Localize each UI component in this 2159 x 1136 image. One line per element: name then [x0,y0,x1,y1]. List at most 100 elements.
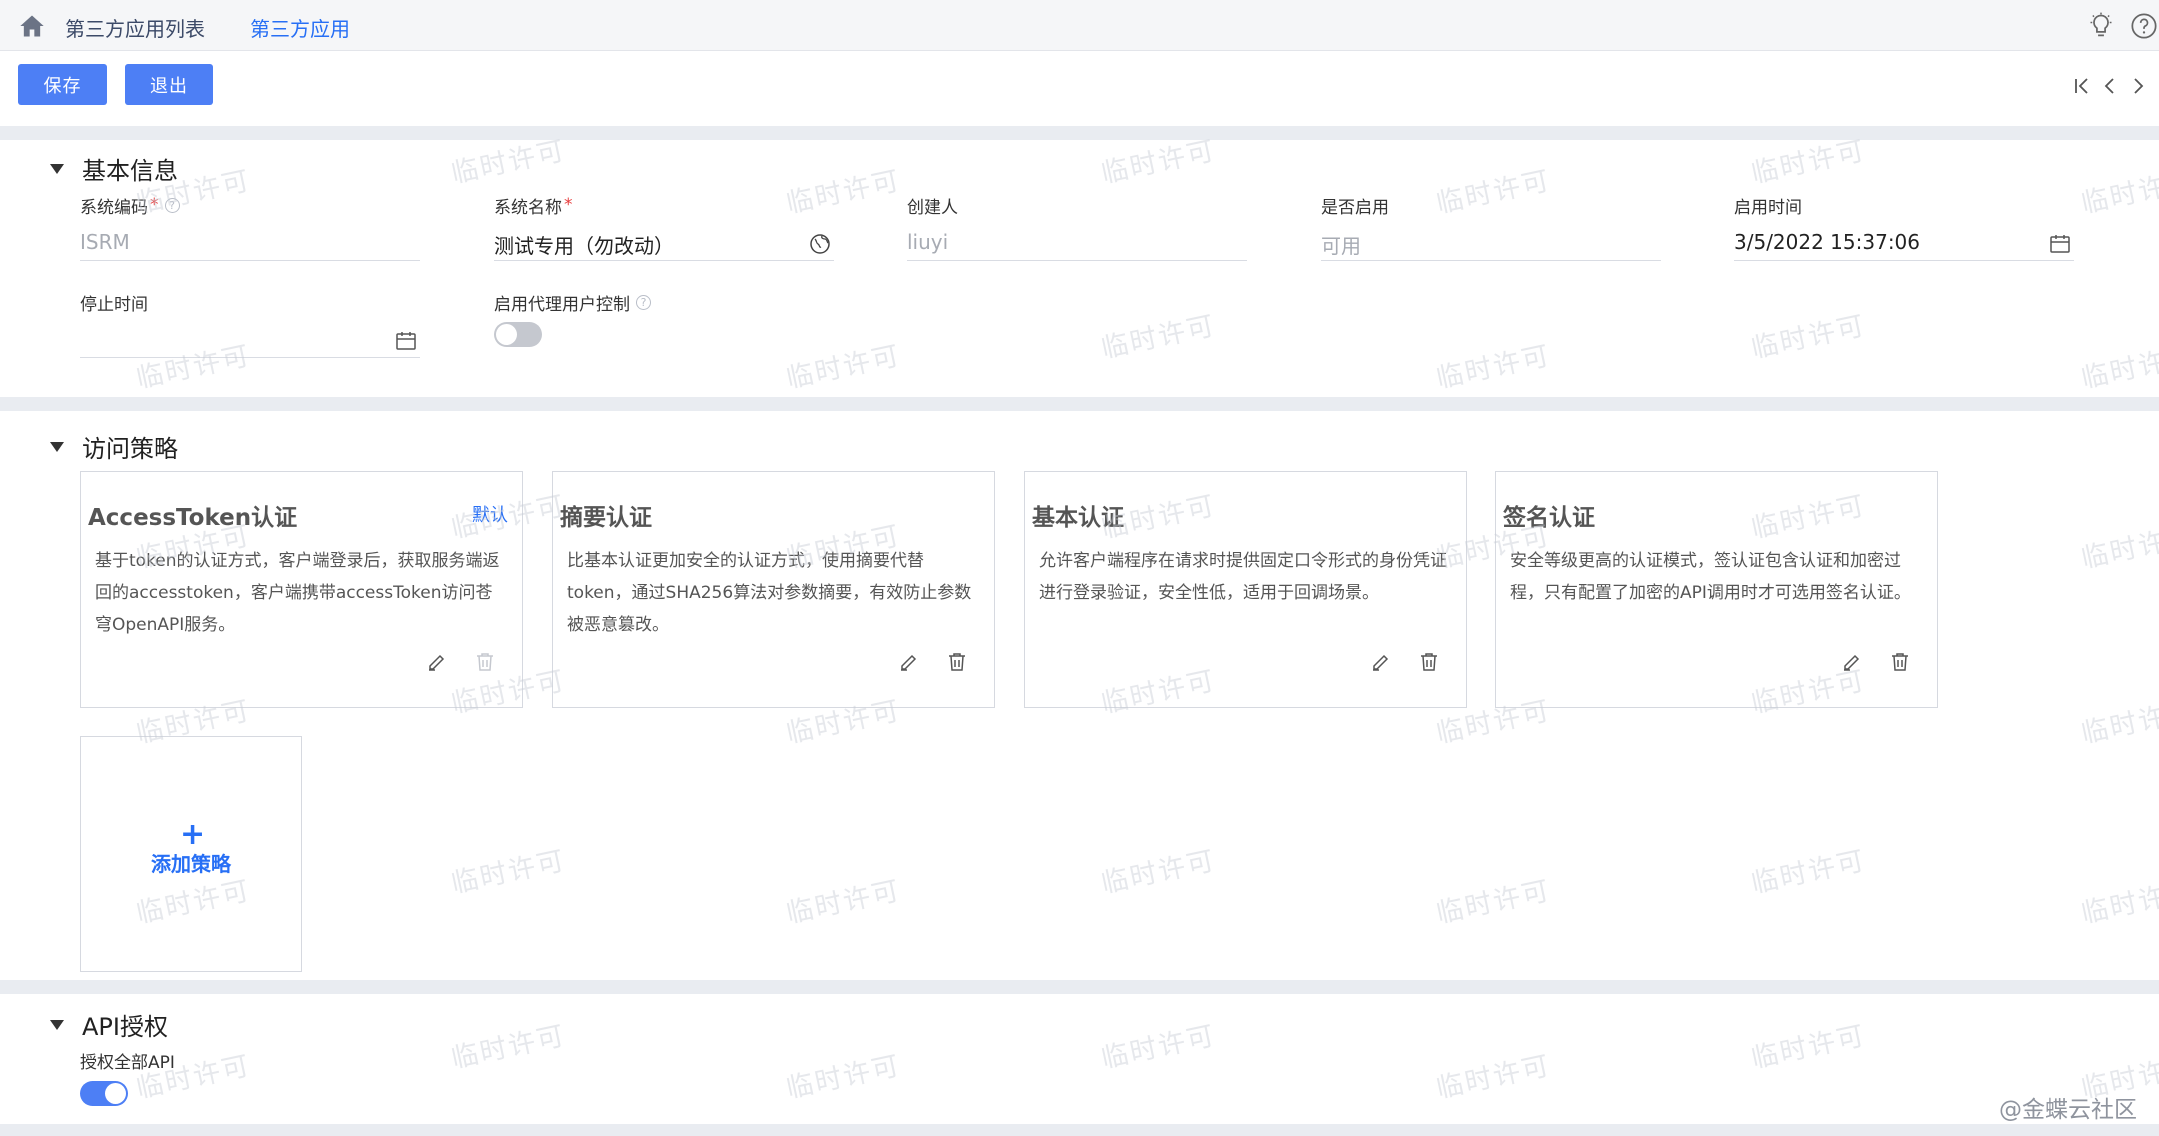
system-code-input[interactable]: ISRM [80,228,420,261]
creator-field: 创建人 liuyi [907,194,1247,261]
section-divider [0,980,2159,994]
section-title: 访问策略 [82,435,178,463]
policy-card-digest[interactable]: 摘要认证 比基本认证更加安全的认证方式，使用摘要代替token，通过SHA256… [552,471,995,708]
next-page-icon[interactable] [2126,74,2150,98]
policy-card-description: 安全等级更高的认证模式，签认证包含认证和加密过程，只有配置了加密的API调用时才… [1510,551,1911,603]
first-page-icon[interactable] [2070,74,2094,98]
basic-info-header[interactable]: 基本信息 [50,151,178,186]
watermark: 临时许可 [783,340,904,395]
lightbulb-icon[interactable] [2087,12,2115,40]
watermark: 临时许可 [1748,1020,1869,1075]
start-time-field: 启用时间 3/5/2022 15:37:06 [1734,194,2074,261]
watermark: 临时许可 [1098,1020,1219,1075]
field-value: liuyi [907,230,949,254]
field-label: 是否启用 [1321,197,1389,218]
system-name-input[interactable]: 测试专用（勿改动） [494,228,834,261]
policy-card-title: 签名认证 [1503,505,1595,531]
enabled-field: 是否启用 可用 [1321,194,1661,261]
system-code-field: 系统编码 *? ISRM [80,194,420,261]
watermark: 临时许可 [2078,695,2159,750]
home-icon[interactable] [17,12,47,40]
required-mark: * [564,195,573,215]
edit-icon[interactable] [1840,650,1864,674]
field-label: 系统名称 [494,197,562,218]
delete-icon[interactable] [1417,650,1441,674]
watermark: 临时许可 [1433,875,1554,930]
calendar-icon[interactable] [2048,232,2072,256]
policy-card-title: 摘要认证 [560,505,652,531]
edit-icon[interactable] [425,650,449,674]
field-label: 启用时间 [1734,197,1802,218]
authorize-all-api-toggle[interactable] [80,1081,128,1106]
enabled-input[interactable]: 可用 [1321,228,1661,261]
api-auth-header[interactable]: API授权 [50,1007,168,1042]
access-policy-header[interactable]: 访问策略 [50,429,178,464]
watermark: 临时许可 [1433,340,1554,395]
tab-third-party-app-list[interactable]: 第三方应用列表 [65,13,205,52]
edit-icon[interactable] [897,650,921,674]
system-name-field: 系统名称 * 测试专用（勿改动） [494,194,834,261]
delete-icon [477,653,493,671]
policy-card-description: 比基本认证更加安全的认证方式，使用摘要代替token，通过SHA256算法对参数… [567,551,972,635]
field-value: 3/5/2022 15:37:06 [1734,230,1921,254]
calendar-icon[interactable] [394,329,418,353]
tab-third-party-app[interactable]: 第三方应用 [250,13,350,55]
watermark: 临时许可 [1748,845,1869,900]
help-icon[interactable]: ? [164,197,180,213]
watermark: 临时许可 [2078,165,2159,220]
policy-card-title: AccessToken认证 [88,505,298,531]
watermark: 临时许可 [1098,845,1219,900]
save-button[interactable]: 保存 [18,64,107,105]
policy-card-basic[interactable]: 基本认证 允许客户端程序在请求时提供固定口令形式的身份凭证进行登录验证，安全性低… [1024,471,1467,708]
stop-time-input[interactable] [80,325,420,358]
add-policy-label: 添加策略 [151,852,231,876]
help-icon[interactable]: ? [636,294,651,310]
watermark: 临时许可 [1098,310,1219,365]
watermark: 临时许可 [1433,1050,1554,1105]
policy-card-description: 基于token的认证方式，客户端登录后，获取服务端返回的accesstoken，… [95,551,500,635]
add-policy-button[interactable]: + 添加策略 [80,736,302,972]
proxy-user-control-toggle[interactable] [494,322,542,347]
delete-icon[interactable] [945,650,969,674]
required-mark: * [150,195,159,215]
stop-time-field: 停止时间 [80,291,420,358]
help-icon[interactable] [2130,12,2158,40]
creator-input[interactable]: liuyi [907,228,1247,261]
field-label: 启用代理用户控制 [494,294,630,315]
field-value: 可用 [1321,234,1361,258]
field-label: 授权全部API [80,1052,175,1073]
edit-icon[interactable] [1369,650,1393,674]
field-label: 停止时间 [80,294,148,315]
globe-language-icon[interactable] [808,232,832,256]
community-watermark: @金蝶云社区 [1999,1097,2137,1123]
policy-card-accesstoken[interactable]: AccessToken认证 默认 基于token的认证方式，客户端登录后，获取服… [80,471,523,708]
toggle-knob [105,1083,126,1104]
policy-card-signature[interactable]: 签名认证 安全等级更高的认证模式，签认证包含认证和加密过程，只有配置了加密的AP… [1495,471,1938,708]
collapse-triangle-icon [50,163,64,174]
policy-card-title: 基本认证 [1032,505,1124,531]
plus-icon: + [180,817,206,852]
start-time-input[interactable]: 3/5/2022 15:37:06 [1734,228,2074,261]
watermark: 临时许可 [2078,520,2159,575]
toggle-knob [496,324,517,345]
exit-button[interactable]: 退出 [125,64,213,105]
previous-page-icon[interactable] [2098,74,2122,98]
section-title: 基本信息 [82,157,178,185]
watermark: 临时许可 [448,845,569,900]
watermark: 临时许可 [1748,310,1869,365]
collapse-triangle-icon [50,1019,64,1030]
watermark: 临时许可 [783,875,904,930]
watermark: 临时许可 [2078,875,2159,930]
watermark: 临时许可 [783,1050,904,1105]
section-divider [0,1124,2159,1136]
collapse-triangle-icon [50,441,64,452]
field-label: 系统编码 [80,197,148,218]
delete-icon[interactable] [1888,650,1912,674]
field-value: ISRM [80,230,130,254]
section-divider [0,397,2159,411]
tab-bar: 第三方应用列表 第三方应用 [0,0,2159,55]
section-title: API授权 [82,1013,168,1041]
section-divider [0,126,2159,140]
field-value: 测试专用（勿改动） [494,234,674,258]
policy-card-description: 允许客户端程序在请求时提供固定口令形式的身份凭证进行登录验证，安全性低，适用于回… [1039,551,1447,603]
